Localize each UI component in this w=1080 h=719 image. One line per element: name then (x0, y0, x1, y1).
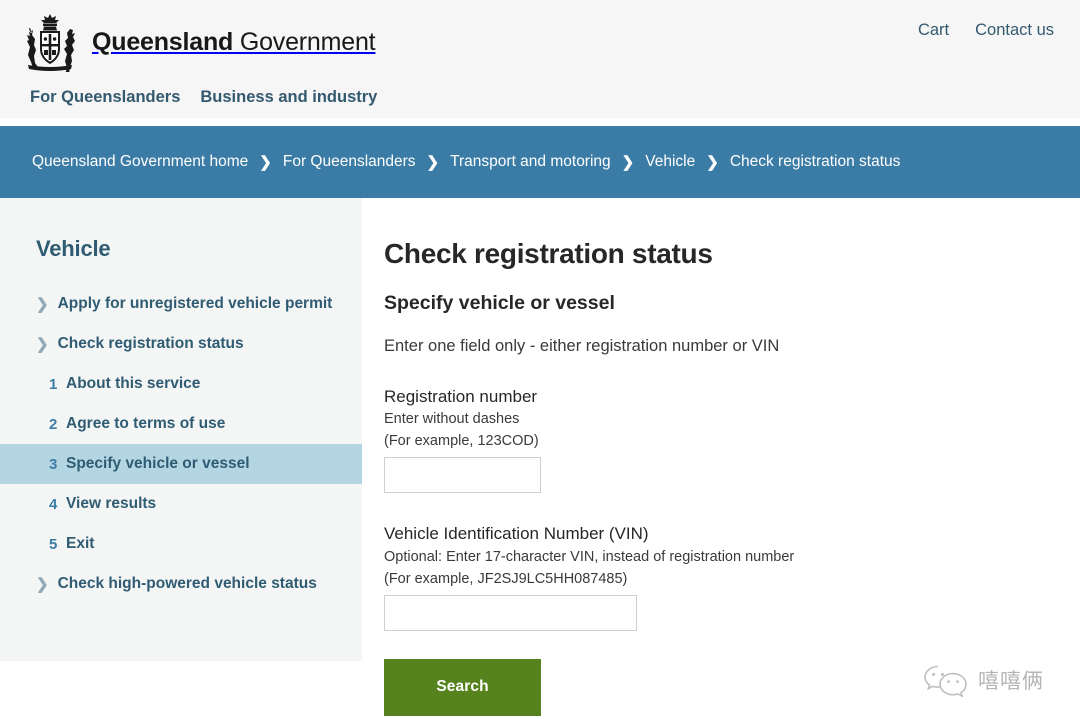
sidebar-item-apply-unregistered-vehicle-permit[interactable]: ❯ Apply for unregistered vehicle permit (0, 284, 362, 324)
sidebar-item-label: About this service (66, 375, 201, 392)
header-primary-nav: For Queenslanders Business and industry (30, 88, 377, 107)
vin-input[interactable] (384, 594, 637, 631)
chevron-right-icon: ❯ (259, 153, 272, 171)
breadcrumb-item-3[interactable]: Vehicle (645, 153, 695, 171)
sidebar-nav-list: ❯ Apply for unregistered vehicle permit … (0, 284, 362, 604)
sidebar-title: Vehicle (36, 236, 111, 261)
sidebar: Vehicle ❯ Apply for unregistered vehicle… (0, 198, 362, 661)
step-number: 5 (49, 535, 58, 553)
breadcrumb: Queensland Government home ❯ For Queensl… (0, 153, 900, 171)
site-logo-link[interactable]: Queensland Government (22, 12, 376, 72)
main-content: Check registration status Specify vehicl… (384, 198, 1044, 716)
vin-hint-1: Optional: Enter 17-character VIN, instea… (384, 548, 795, 565)
vin-label: Vehicle Identification Number (VIN) (384, 524, 649, 544)
step-number: 2 (49, 415, 58, 433)
chevron-right-icon: ❯ (36, 575, 49, 593)
intro-text: Enter one field only - either registrati… (384, 337, 780, 355)
registration-number-field-group: Registration number Enter without dashes… (384, 356, 1044, 494)
sidebar-item-label: Check registration status (57, 335, 244, 352)
sidebar-item-label: Specify vehicle or vessel (66, 455, 250, 472)
sidebar-item-agree-to-terms-of-use[interactable]: 2 Agree to terms of use (0, 404, 362, 444)
breadcrumb-item-1[interactable]: For Queenslanders (283, 153, 416, 171)
sidebar-item-exit[interactable]: 5 Exit (0, 524, 362, 564)
chevron-right-icon: ❯ (426, 153, 440, 171)
contact-us-link[interactable]: Contact us (975, 21, 1054, 40)
search-button[interactable]: Search (384, 658, 541, 716)
brand-wordmark: Queensland Government (92, 27, 376, 57)
breadcrumb-item-current: Check registration status (729, 153, 901, 170)
sidebar-item-about-this-service[interactable]: 1 About this service (0, 364, 362, 404)
page-title: Check registration status (384, 238, 713, 269)
watermark: 嘻嘻俩 (923, 663, 1044, 697)
vin-field-group: Vehicle Identification Number (VIN) Opti… (384, 493, 1044, 631)
cart-link[interactable]: Cart (918, 21, 949, 40)
sidebar-item-check-high-powered-vehicle-status[interactable]: ❯ Check high-powered vehicle status (0, 564, 362, 604)
nav-for-queenslanders[interactable]: For Queenslanders (30, 88, 180, 107)
brand-bold: Queensland (92, 27, 234, 56)
chevron-right-icon: ❯ (621, 153, 635, 171)
queensland-coat-of-arms-icon (27, 14, 75, 72)
sidebar-item-label: Agree to terms of use (66, 415, 226, 432)
sidebar-item-specify-vehicle-or-vessel[interactable]: 3 Specify vehicle or vessel (0, 444, 362, 484)
chevron-right-icon: ❯ (36, 295, 49, 313)
registration-number-label: Registration number (384, 387, 538, 406)
brand-light: Government (233, 27, 376, 56)
content-area: Vehicle ❯ Apply for unregistered vehicle… (0, 198, 1080, 719)
step-number: 4 (49, 495, 58, 513)
registration-number-hint-2: (For example, 123COD) (384, 433, 539, 450)
registration-number-input[interactable] (384, 457, 541, 494)
breadcrumb-item-2[interactable]: Transport and motoring (450, 153, 611, 171)
watermark-text: 嘻嘻俩 (978, 669, 1044, 693)
section-title: Specify vehicle or vessel (384, 292, 615, 314)
sidebar-item-label: Exit (66, 535, 95, 552)
chevron-right-icon: ❯ (36, 335, 49, 353)
site-header: Queensland Government Cart Contact us Fo… (0, 0, 1080, 118)
sidebar-item-view-results[interactable]: 4 View results (0, 484, 362, 524)
step-number: 3 (49, 455, 58, 473)
sidebar-item-label: Apply for unregistered vehicle permit (57, 295, 333, 312)
sidebar-item-check-registration-status[interactable]: ❯ Check registration status (0, 324, 362, 364)
wechat-icon (924, 665, 967, 697)
nav-business-and-industry[interactable]: Business and industry (200, 88, 377, 107)
breadcrumb-item-0[interactable]: Queensland Government home (32, 153, 248, 171)
breadcrumb-bar: Queensland Government home ❯ For Queensl… (0, 126, 1080, 198)
sidebar-item-label: Check high-powered vehicle status (57, 575, 317, 592)
sidebar-item-label: View results (66, 495, 157, 512)
header-utility-links: Cart Contact us (918, 21, 1054, 40)
registration-number-hint-1: Enter without dashes (384, 411, 520, 428)
step-number: 1 (49, 375, 58, 393)
page-root: Queensland Government Cart Contact us Fo… (0, 0, 1080, 719)
chevron-right-icon: ❯ (706, 153, 719, 171)
vin-hint-2: (For example, JF2SJ9LC5HH087485) (384, 570, 628, 587)
